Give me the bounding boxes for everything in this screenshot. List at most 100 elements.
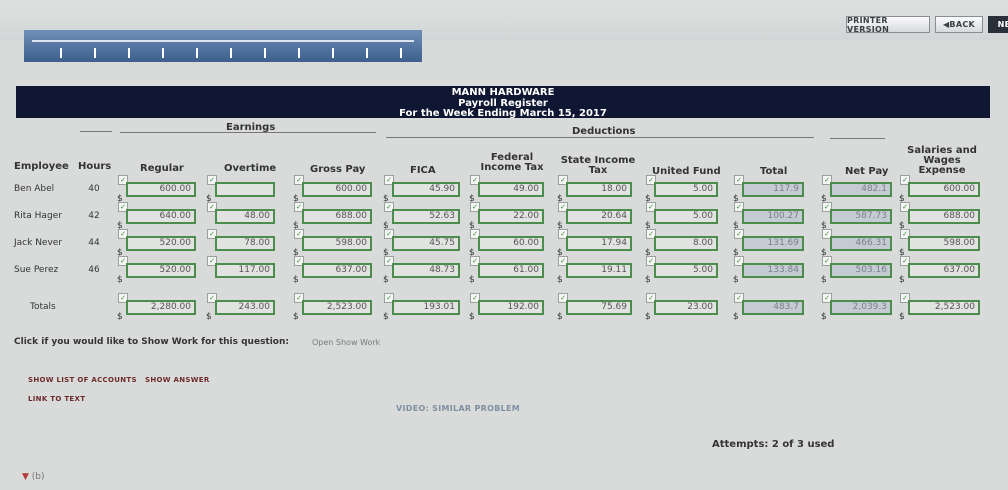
col-state-tax: State Income Tax [558,156,638,176]
input-state-tax[interactable]: 18.00 [566,182,632,197]
input-net-pay[interactable]: 587.73 [830,209,892,224]
input-overtime[interactable]: 48.00 [215,209,275,224]
input-overtime[interactable]: 243.00 [215,300,275,315]
input-total[interactable]: 117.9 [742,182,804,197]
input-regular[interactable]: 520.00 [126,236,196,251]
earnings-rule [120,132,376,133]
ruler-tick [128,48,130,58]
dollar-sign: $ [469,312,475,322]
next-button[interactable]: NE [988,16,1008,33]
part-label: (b) [31,472,45,482]
input-total[interactable]: 131.69 [742,236,804,251]
input-fica[interactable]: 52.63 [392,209,460,224]
input-united-fund[interactable]: 5.00 [654,182,718,197]
input-total[interactable]: 100.27 [742,209,804,224]
input-gross-pay[interactable]: 637.00 [302,263,372,278]
part-b-toggle[interactable]: ▼ (b) [22,472,45,482]
dollar-sign: $ [645,312,651,322]
input-net-pay[interactable]: 2,039.3 [830,300,892,315]
input-fica[interactable]: 193.01 [392,300,460,315]
input-salaries-expense[interactable]: 2,523.00 [908,300,980,315]
ruler-tick [60,48,62,58]
deductions-rule [386,137,814,138]
input-salaries-expense[interactable]: 600.00 [908,182,980,197]
input-gross-pay[interactable]: 688.00 [302,209,372,224]
input-united-fund[interactable]: 5.00 [654,209,718,224]
input-federal-tax[interactable]: 49.00 [478,182,544,197]
input-net-pay[interactable]: 482.1 [830,182,892,197]
caret-down-icon: ▼ [22,472,29,482]
show-accounts-button[interactable]: SHOW LIST OF ACCOUNTS [28,376,137,384]
input-federal-tax[interactable]: 61.00 [478,263,544,278]
input-total[interactable]: 133.84 [742,263,804,278]
col-net-pay: Net Pay [845,166,889,177]
link-to-text-button[interactable]: LINK TO TEXT [28,395,85,403]
input-gross-pay[interactable]: 2,523.00 [302,300,372,315]
ruler-tick [162,48,164,58]
col-salaries-line3: Expense [918,165,966,176]
dollar-sign: $ [821,275,827,285]
deductions-group-label: Deductions [572,126,636,137]
ruler-tick [400,48,402,58]
show-answer-button[interactable]: SHOW ANSWER [145,376,210,384]
printer-version-button[interactable]: PRINTER VERSION [846,16,930,34]
dollar-sign: $ [821,312,827,322]
col-hours: Hours [78,161,112,172]
pay-period: For the Week Ending March 15, 2017 [399,108,607,119]
input-overtime[interactable] [215,182,275,197]
input-gross-pay[interactable]: 598.00 [302,236,372,251]
input-federal-tax[interactable]: 60.00 [478,236,544,251]
input-regular[interactable]: 520.00 [126,263,196,278]
dollar-sign: $ [645,275,651,285]
hours-value: 46 [88,265,100,275]
ruler-tick [196,48,198,58]
input-regular[interactable]: 600.00 [126,182,196,197]
dollar-sign: $ [899,312,905,322]
input-state-tax[interactable]: 17.94 [566,236,632,251]
input-state-tax[interactable]: 19.11 [566,263,632,278]
input-federal-tax[interactable]: 22.00 [478,209,544,224]
col-regular: Regular [140,163,184,174]
employee-name: Rita Hager [14,211,62,221]
input-fica[interactable]: 45.75 [392,236,460,251]
input-net-pay[interactable]: 466.31 [830,236,892,251]
input-overtime[interactable]: 78.00 [215,236,275,251]
input-salaries-expense[interactable]: 598.00 [908,236,980,251]
col-fica: FICA [410,165,436,176]
ruler-tick [264,48,266,58]
employee-name: Ben Abel [14,184,55,194]
ruler-tick [298,48,300,58]
input-total[interactable]: 483.7 [742,300,804,315]
col-salaries-expense: Salaries and Wages Expense [900,146,984,176]
input-net-pay[interactable]: 503.16 [830,263,892,278]
attempts-counter: Attempts: 2 of 3 used [712,439,835,450]
input-overtime[interactable]: 117.00 [215,263,275,278]
open-show-work-link[interactable]: Open Show Work [312,338,380,347]
input-fica[interactable]: 48.73 [392,263,460,278]
divider [80,131,112,132]
input-state-tax[interactable]: 75.69 [566,300,632,315]
input-fica[interactable]: 45.90 [392,182,460,197]
dollar-sign: $ [557,275,563,285]
input-regular[interactable]: 640.00 [126,209,196,224]
input-gross-pay[interactable]: 600.00 [302,182,372,197]
input-federal-tax[interactable]: 192.00 [478,300,544,315]
ruler-line [32,40,414,42]
dollar-sign: $ [293,275,299,285]
video-similar-problem-link[interactable]: VIDEO: SIMILAR PROBLEM [396,404,520,413]
col-united-fund: United Fund [652,166,721,177]
employee-name: Sue Perez [14,265,59,275]
input-salaries-expense[interactable]: 637.00 [908,263,980,278]
input-salaries-expense[interactable]: 688.00 [908,209,980,224]
input-united-fund[interactable]: 5.00 [654,263,718,278]
back-button[interactable]: ◀BACK [935,16,983,33]
input-regular[interactable]: 2,280.00 [126,300,196,315]
input-united-fund[interactable]: 23.00 [654,300,718,315]
input-state-tax[interactable]: 20.64 [566,209,632,224]
col-federal-tax: Federal Income Tax [476,153,548,173]
dollar-sign: $ [383,275,389,285]
dollar-sign: $ [899,275,905,285]
ruler-tick [366,48,368,58]
dollar-sign: $ [733,312,739,322]
input-united-fund[interactable]: 8.00 [654,236,718,251]
